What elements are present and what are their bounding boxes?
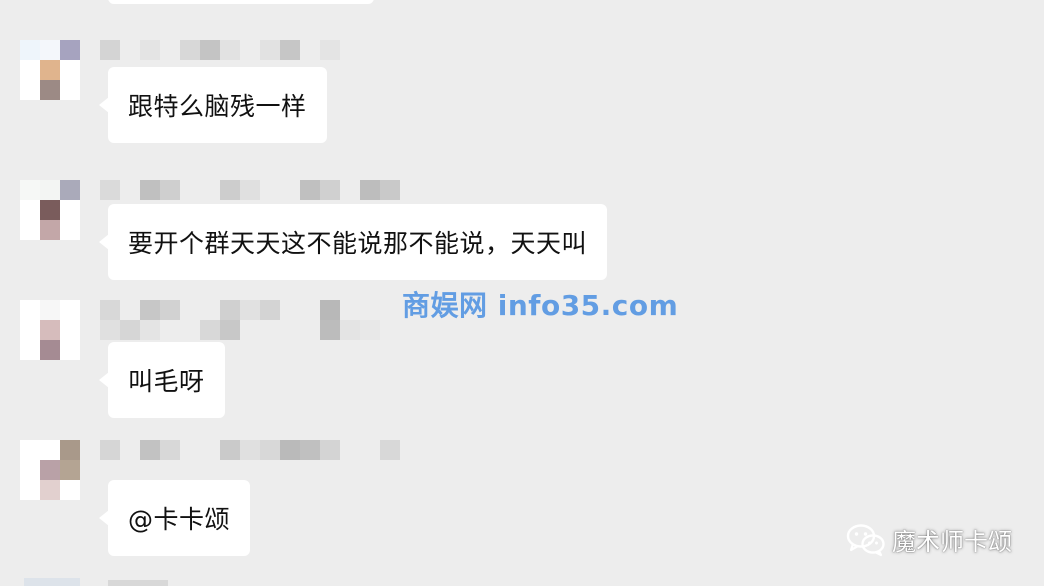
avatar[interactable] <box>20 180 80 240</box>
account-name: 魔术师卡颂 <box>892 528 1012 556</box>
message-bubble-partial <box>108 0 374 4</box>
watermark: 商娱网 info35.com <box>402 289 679 322</box>
message-bubble[interactable]: @卡卡颂 <box>98 480 251 556</box>
message-text: 要开个群天天这不能说那不能说，天天叫 <box>128 229 588 258</box>
account-watermark: 魔术师卡颂 <box>846 522 1012 557</box>
sender-name-pixelated <box>100 180 400 200</box>
message-text: 跟特么脑残一样 <box>128 92 307 121</box>
sender-name-partial <box>108 580 168 586</box>
chat-window: 跟特么脑残一样 要开个群天天这不能说那不能说，天天叫 叫毛呀 @卡卡颂 商娱网 … <box>0 0 1044 586</box>
avatar[interactable] <box>20 300 80 360</box>
avatar[interactable] <box>20 440 80 500</box>
wechat-icon <box>846 523 885 556</box>
message-bubble[interactable]: 要开个群天天这不能说那不能说，天天叫 <box>98 204 608 280</box>
message-text: 叫毛呀 <box>128 367 205 396</box>
message-bubble[interactable]: 叫毛呀 <box>99 342 225 418</box>
sender-name-pixelated <box>100 40 340 60</box>
message-text: @卡卡颂 <box>128 505 231 534</box>
avatar[interactable] <box>20 40 80 100</box>
sender-name-pixelated <box>100 440 400 460</box>
avatar-partial <box>24 578 80 586</box>
sender-name-pixelated <box>100 300 420 340</box>
message-bubble[interactable]: 跟特么脑残一样 <box>99 67 327 143</box>
